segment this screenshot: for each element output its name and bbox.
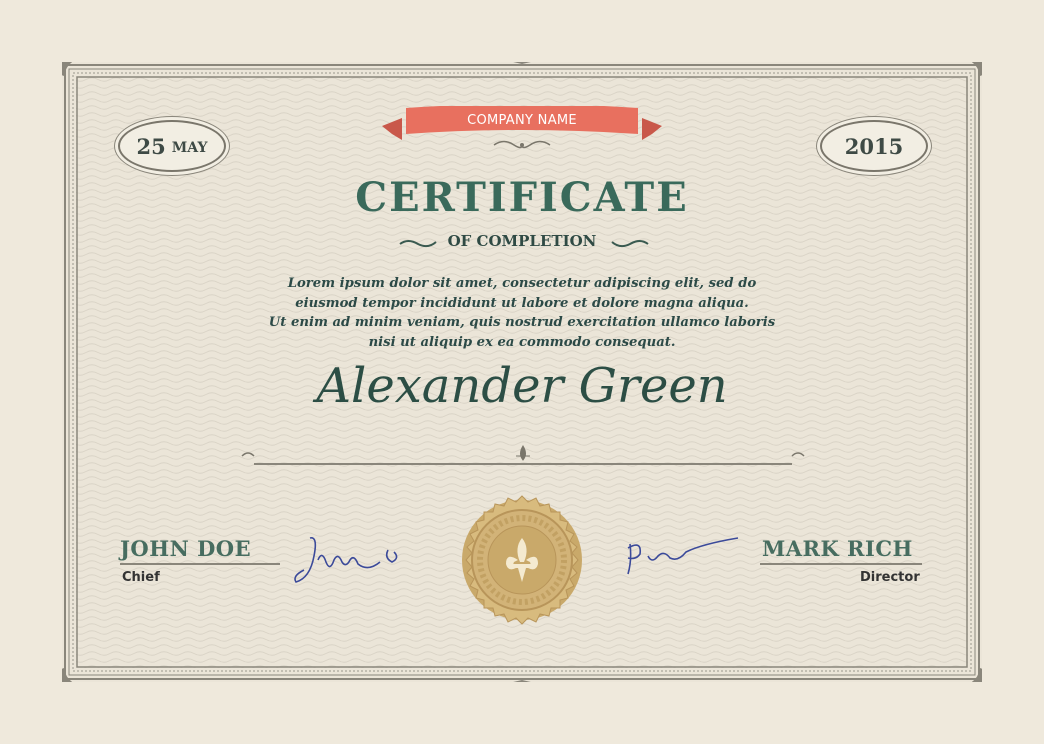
certificate-body: Lorem ipsum dolor sit amet, consectetur …: [222, 274, 822, 352]
signatory-left-name: JOHN DOE: [120, 536, 252, 561]
certificate: 25 MAY 2015 COMPANY NAME CERTIFICATE OF …: [62, 62, 982, 682]
signature-line-right: [760, 563, 922, 565]
date-day-month: 25 MAY: [118, 120, 226, 172]
ribbon-flourish-icon: [493, 140, 551, 149]
signatory-left-role: Chief: [122, 570, 160, 585]
name-divider: [241, 445, 805, 465]
body-line: nisi ut aliquip ex ea commodo consequat.: [368, 334, 676, 350]
gold-seal: [462, 495, 582, 625]
date-year-text: 2015: [844, 133, 904, 159]
signature-left: [294, 537, 398, 583]
certificate-title: CERTIFICATE: [355, 174, 689, 221]
date-day: 25: [136, 133, 166, 159]
signature-right: [627, 537, 739, 575]
certificate-subtitle: OF COMPLETION: [447, 232, 597, 250]
body-line: Lorem ipsum dolor sit amet, consectetur …: [287, 276, 757, 291]
company-name: COMPANY NAME: [467, 113, 577, 128]
signature-line-left: [120, 563, 280, 565]
date-month: MAY: [171, 140, 208, 156]
signatory-right-role: Director: [860, 570, 920, 585]
date-year: 2015: [820, 120, 928, 172]
company-ribbon: COMPANY NAME: [382, 106, 662, 149]
signatory-right-name: MARK RICH: [762, 536, 913, 561]
body-line: Ut enim ad minim veniam, quis nostrud ex…: [268, 315, 776, 330]
recipient-name: Alexander Green: [316, 358, 728, 414]
body-line: eiusmod tempor incididunt ut labore et d…: [295, 295, 749, 311]
